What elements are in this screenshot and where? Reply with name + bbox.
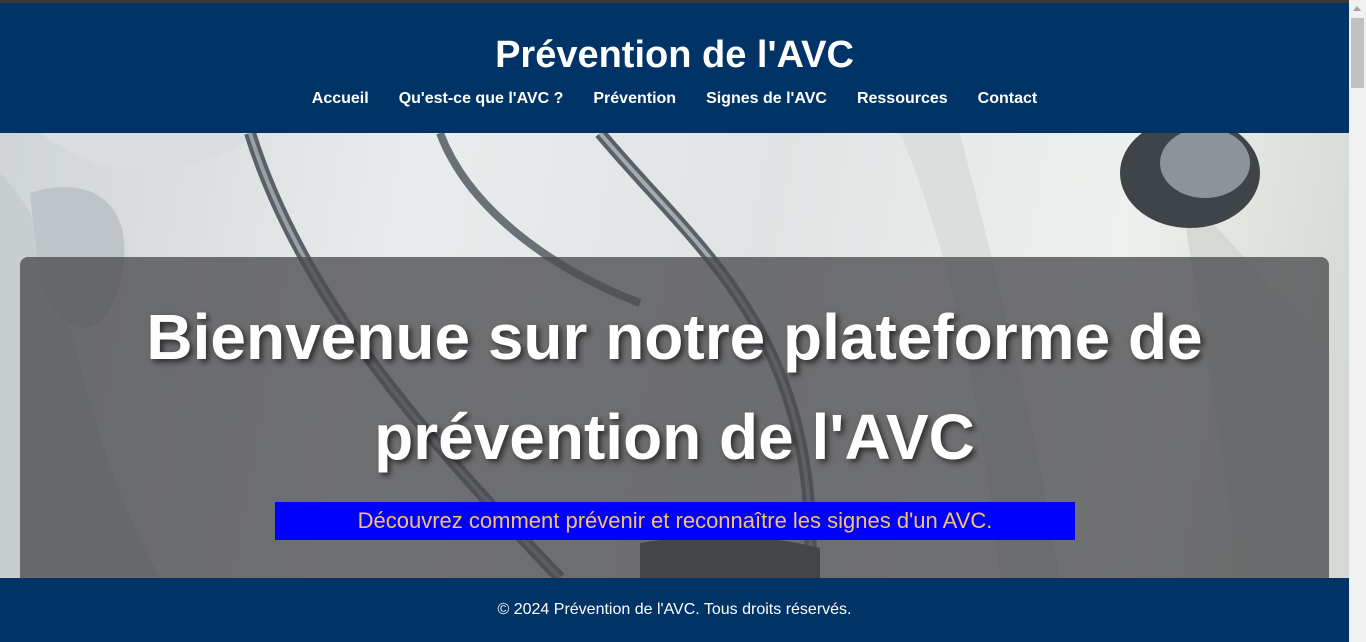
footer-copyright: © 2024 Prévention de l'AVC. Tous droits … xyxy=(497,601,852,618)
scrollbar-thumb[interactable] xyxy=(1351,18,1364,88)
site-header: Prévention de l'AVC Accueil Qu'est-ce qu… xyxy=(0,3,1349,133)
scroll-up-arrow-icon[interactable] xyxy=(1349,2,1366,16)
hero-section: Bienvenue sur notre plateforme de préven… xyxy=(0,133,1349,578)
nav-link-qu-est-ce-que-avc[interactable]: Qu'est-ce que l'AVC ? xyxy=(384,89,579,109)
site-title: Prévention de l'AVC xyxy=(495,34,854,76)
nav-link-prevention[interactable]: Prévention xyxy=(578,89,691,109)
nav-link-signes[interactable]: Signes de l'AVC xyxy=(691,89,842,109)
nav-link-accueil[interactable]: Accueil xyxy=(297,89,384,109)
nav-link-contact[interactable]: Contact xyxy=(963,89,1053,109)
hero-title: Bienvenue sur notre plateforme de préven… xyxy=(146,301,1203,473)
main-nav: Accueil Qu'est-ce que l'AVC ? Prévention… xyxy=(0,89,1349,109)
site-footer: © 2024 Prévention de l'AVC. Tous droits … xyxy=(0,578,1349,642)
hero-overlay-panel: Bienvenue sur notre plateforme de préven… xyxy=(20,257,1329,578)
vertical-scrollbar[interactable] xyxy=(1349,0,1366,642)
nav-link-ressources[interactable]: Ressources xyxy=(842,89,963,109)
hero-subtitle: Découvrez comment prévenir et reconnaîtr… xyxy=(275,502,1075,540)
